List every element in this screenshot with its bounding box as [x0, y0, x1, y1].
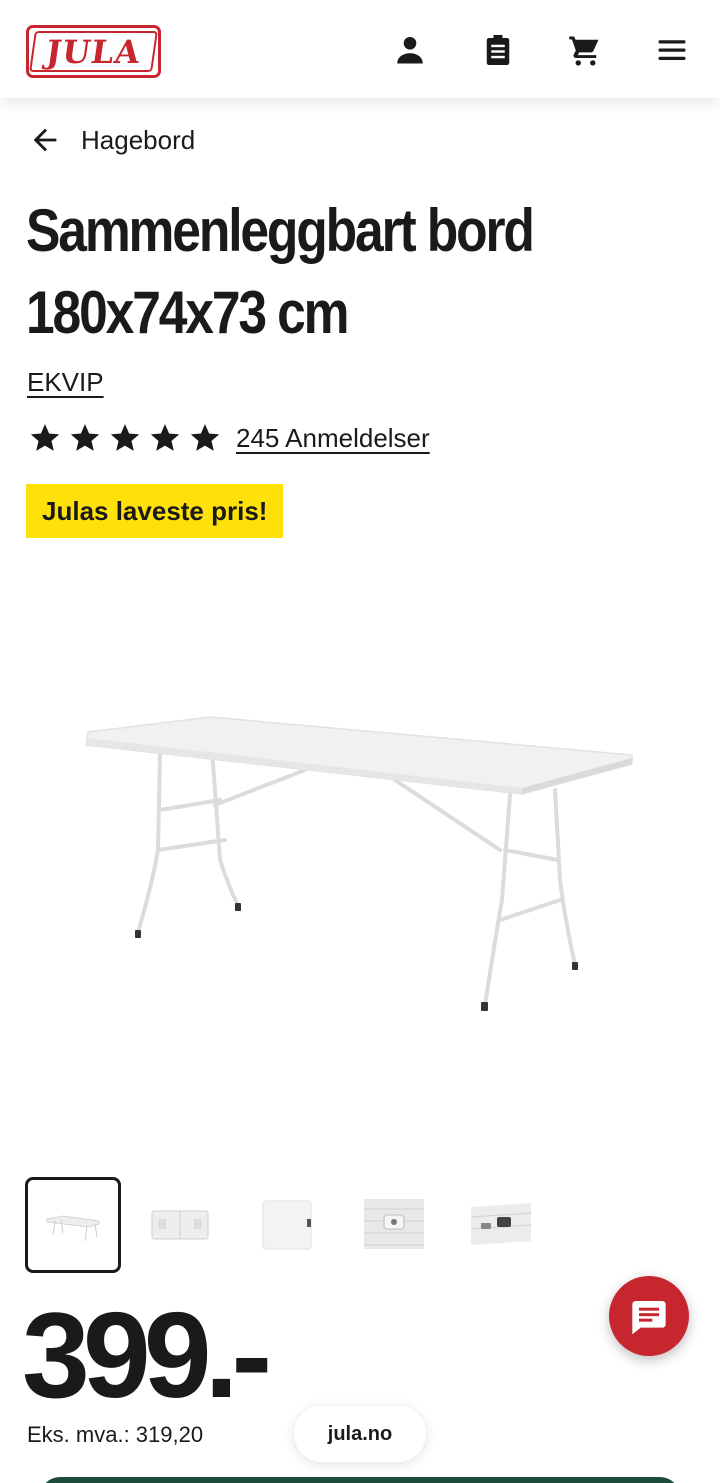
- star-icon: [68, 421, 102, 455]
- product-image[interactable]: [60, 700, 660, 1040]
- chat-icon: [632, 1301, 666, 1335]
- menu-icon[interactable]: [652, 30, 692, 70]
- arrow-left-icon: [33, 128, 57, 152]
- star-icon: [28, 421, 62, 455]
- star-icon: [188, 421, 222, 455]
- price-ex-vat: Eks. mva.: 319,20: [27, 1422, 204, 1447]
- breadcrumb[interactable]: Hagebord: [28, 122, 195, 158]
- product-page: JULA Hagebord Sammenleggbart bord 180x74…: [0, 0, 720, 1483]
- logo-text: JULA: [29, 31, 158, 72]
- thumbnail-5[interactable]: [453, 1177, 549, 1273]
- star-icon: [108, 421, 142, 455]
- reviews-link[interactable]: 245 Anmeldelser: [236, 423, 430, 454]
- lowest-price-badge: Julas laveste pris!: [26, 484, 284, 538]
- rating-row[interactable]: 245 Anmeldelser: [28, 420, 430, 456]
- cart-icon[interactable]: [565, 30, 605, 70]
- shopping-list-icon[interactable]: [478, 30, 518, 70]
- product-title-line1: Sammenleggbart bord: [26, 197, 535, 264]
- chat-button[interactable]: [609, 1276, 689, 1356]
- product-title-line2: 180x74x73 cm: [26, 279, 350, 346]
- add-to-cart-button[interactable]: [40, 1477, 680, 1483]
- star-icon: [148, 421, 182, 455]
- brand-link[interactable]: EKVIP: [27, 367, 104, 398]
- top-header: JULA: [0, 0, 720, 98]
- product-title: Sammenleggbart bord 180x74x73 cm: [26, 190, 697, 354]
- thumbnail-3[interactable]: [239, 1177, 335, 1273]
- account-icon[interactable]: [390, 30, 430, 70]
- breadcrumb-label: Hagebord: [81, 124, 196, 155]
- price: 399.-: [22, 1287, 272, 1423]
- jula-logo[interactable]: JULA: [26, 25, 161, 78]
- thumbnail-4[interactable]: [346, 1177, 442, 1273]
- domain-pill[interactable]: jula.no: [294, 1406, 426, 1462]
- thumbnail-strip: [25, 1177, 560, 1273]
- thumbnail-2[interactable]: [132, 1177, 228, 1273]
- thumbnail-1[interactable]: [25, 1177, 121, 1273]
